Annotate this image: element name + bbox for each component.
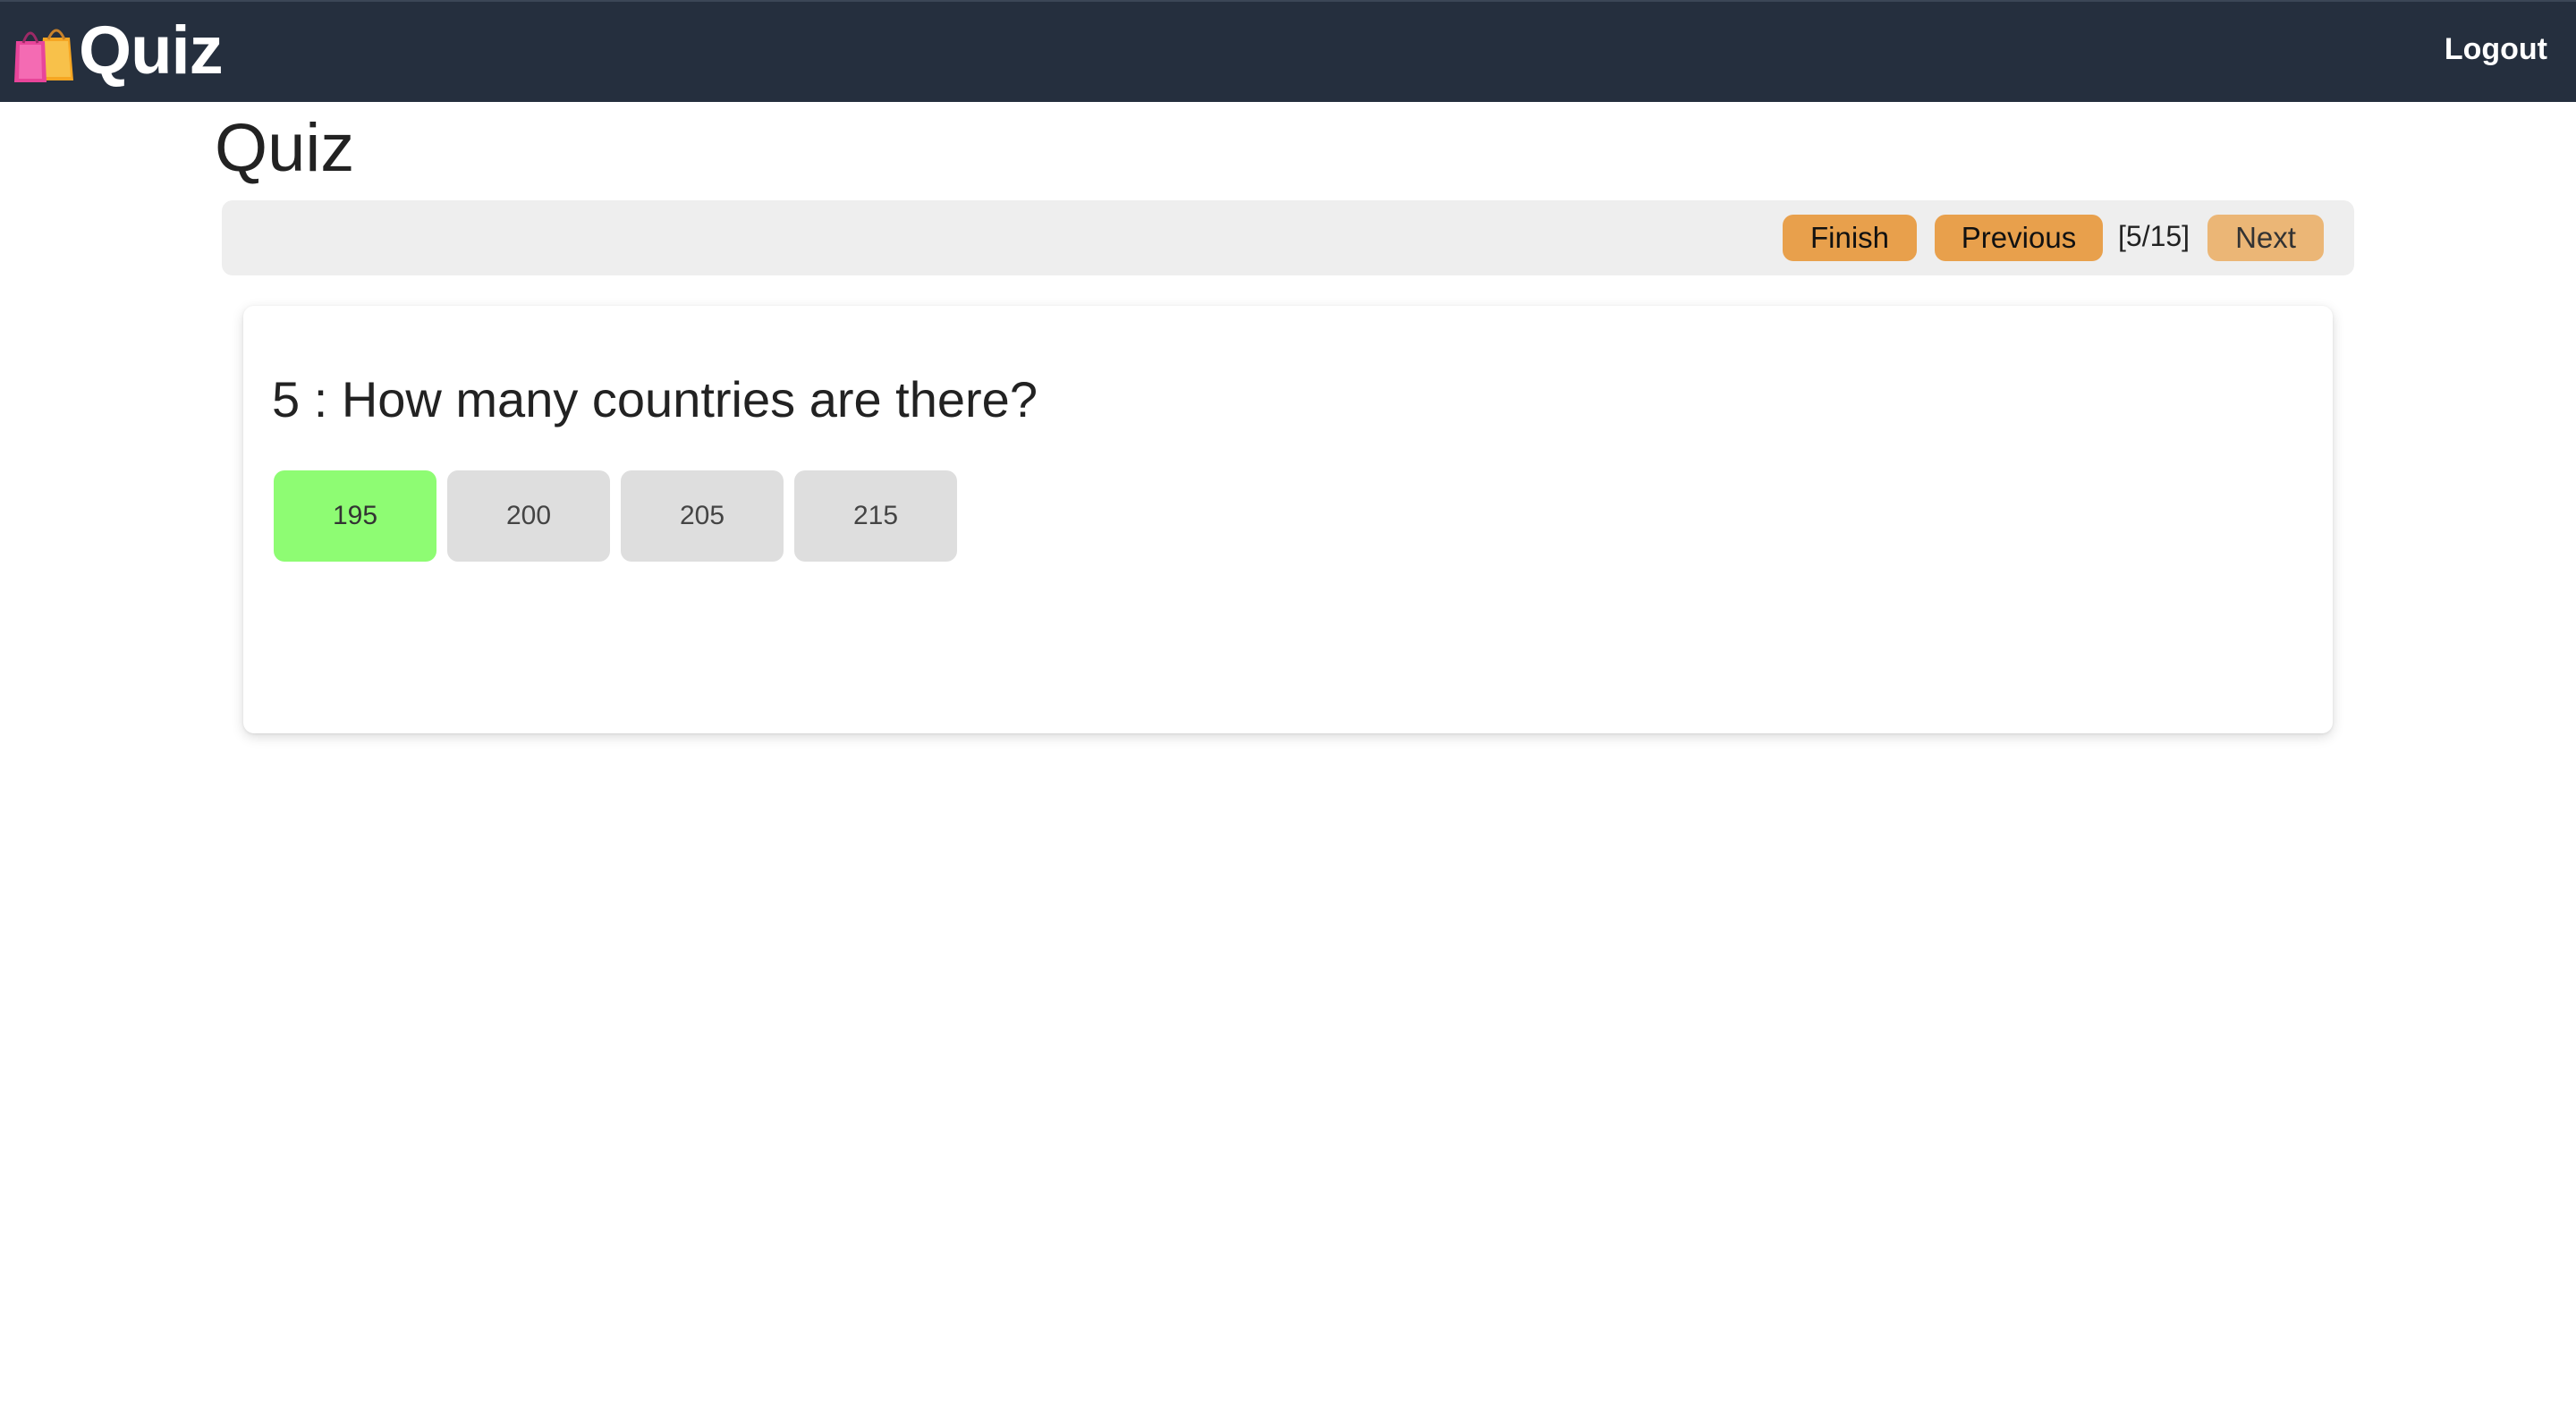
brand[interactable]: Quiz <box>13 11 224 91</box>
next-button[interactable]: Next <box>2207 215 2324 261</box>
finish-button[interactable]: Finish <box>1783 215 1917 261</box>
question-counter: [5/15] <box>2118 220 2190 252</box>
question-text: 5 : How many countries are there? <box>272 371 1038 427</box>
answer-option[interactable]: 215 <box>794 470 957 562</box>
answer-option[interactable]: 195 <box>274 470 436 562</box>
answer-option[interactable]: 205 <box>621 470 784 562</box>
logout-link[interactable]: Logout <box>2445 32 2547 67</box>
answer-option[interactable]: 200 <box>447 470 610 562</box>
quiz-navigation-bar: Finish Previous [5/15] Next <box>222 200 2354 275</box>
page-title: Quiz <box>215 110 355 186</box>
top-navbar: Quiz Logout <box>0 0 2576 102</box>
shopping-bags-icon <box>14 29 73 82</box>
previous-button[interactable]: Previous <box>1935 215 2103 261</box>
brand-title: Quiz <box>79 13 224 89</box>
answer-options: 195 200 205 215 <box>274 470 957 562</box>
question-card: 5 : How many countries are there? 195 20… <box>243 306 2333 733</box>
